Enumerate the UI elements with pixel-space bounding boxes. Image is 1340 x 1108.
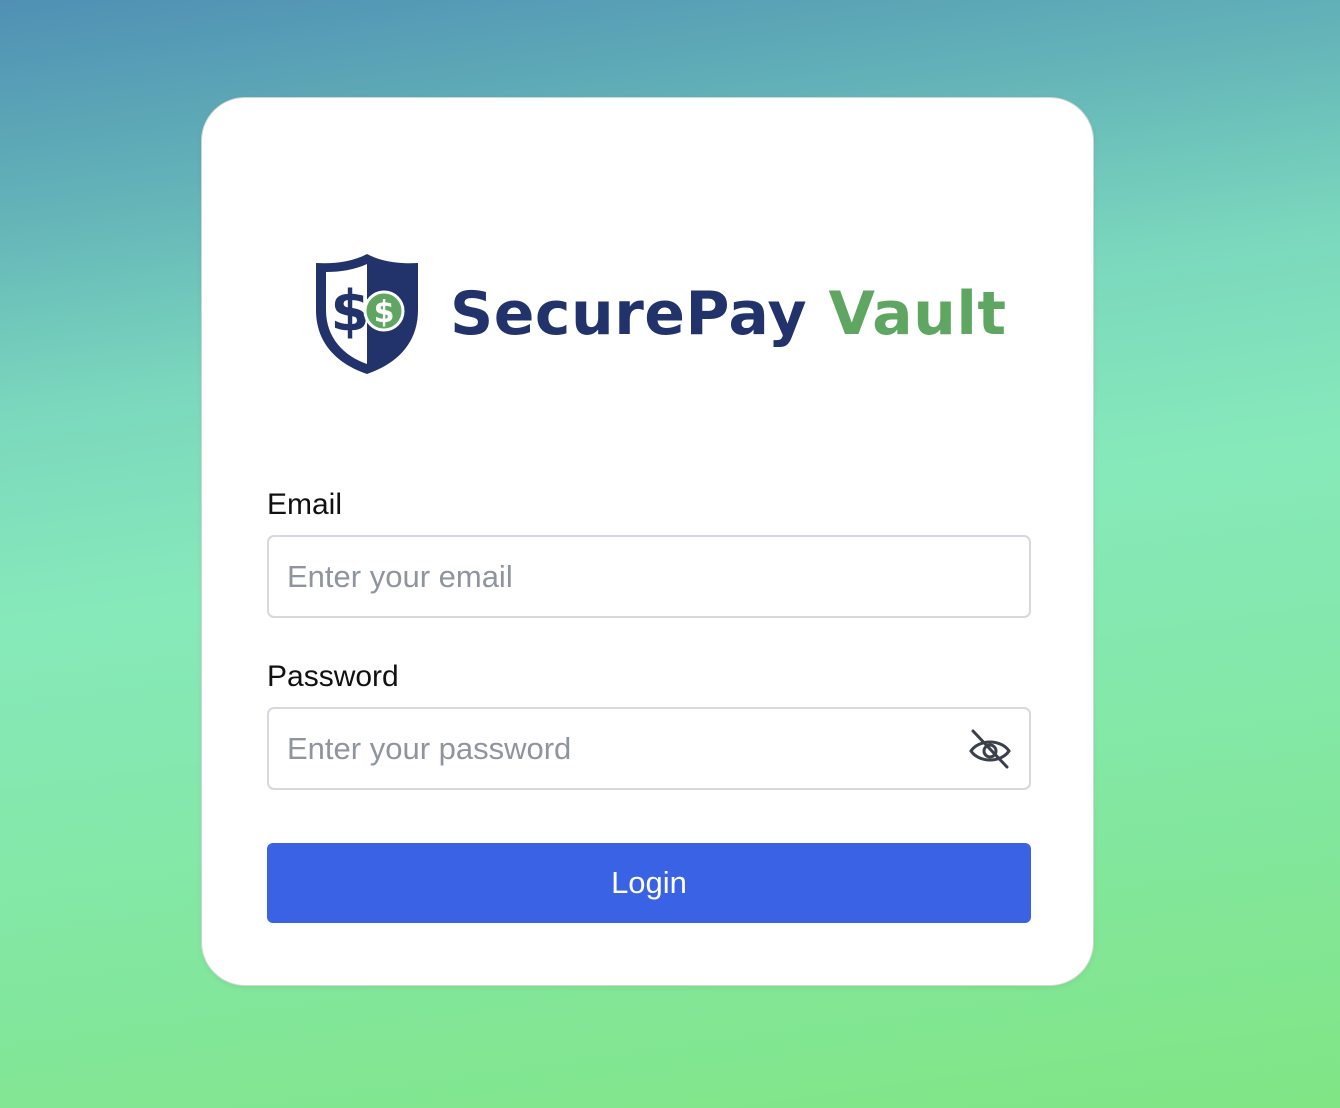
password-label: Password bbox=[267, 660, 399, 693]
shield-dollar-icon: $ $ bbox=[316, 254, 418, 374]
email-label: Email bbox=[267, 488, 343, 521]
password-field-container bbox=[267, 707, 1031, 790]
email-field[interactable] bbox=[269, 537, 1029, 616]
password-field[interactable] bbox=[269, 709, 1029, 788]
brand-name-accent: Vault bbox=[828, 279, 1007, 349]
password-visibility-toggle[interactable] bbox=[967, 727, 1013, 771]
brand-logo: $ $ SecurePay Vault bbox=[314, 252, 1007, 376]
brand-name-primary: SecurePay bbox=[450, 279, 808, 349]
eye-off-icon bbox=[969, 729, 1011, 769]
login-card: $ $ SecurePay Vault Email Password Login bbox=[201, 97, 1094, 986]
login-button[interactable]: Login bbox=[267, 843, 1031, 923]
svg-text:$: $ bbox=[374, 295, 395, 330]
email-field-container bbox=[267, 535, 1031, 618]
brand-name: SecurePay Vault bbox=[450, 284, 1007, 344]
